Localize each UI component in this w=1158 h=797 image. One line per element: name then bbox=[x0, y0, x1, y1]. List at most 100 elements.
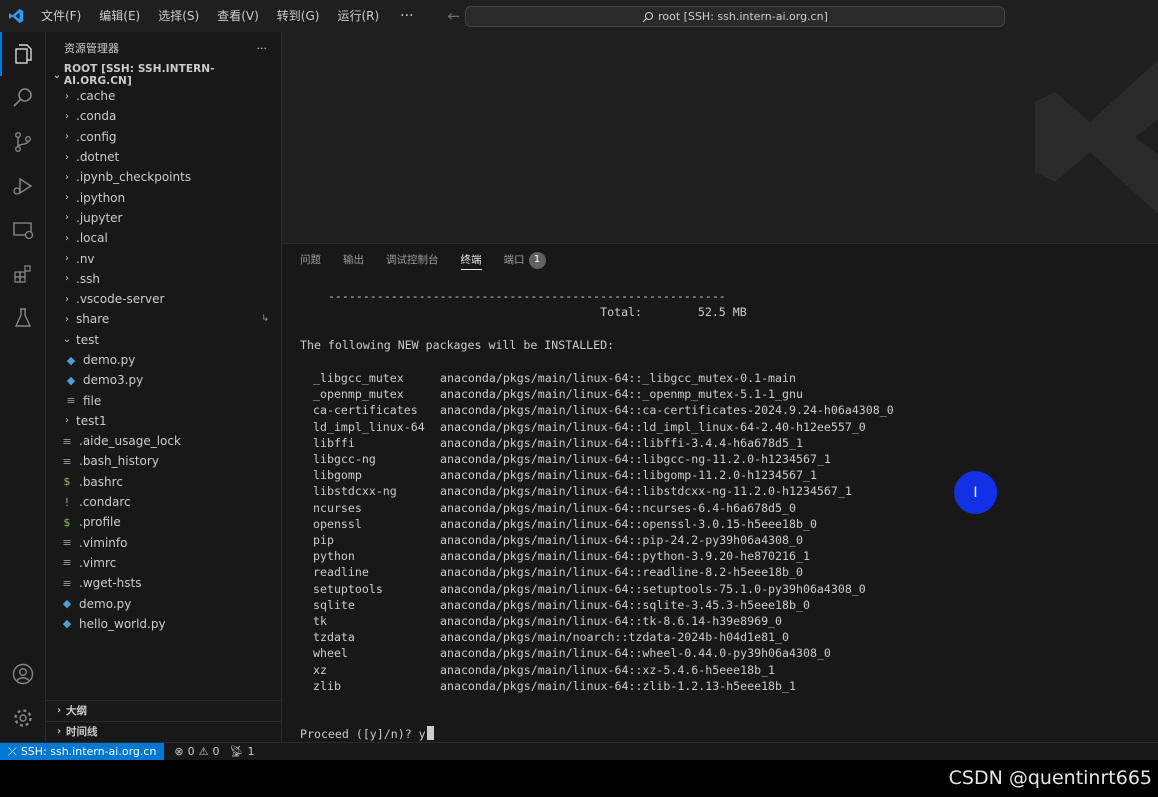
chevron-right-icon: › bbox=[65, 110, 69, 122]
tree-file[interactable]: $ .profile bbox=[46, 512, 281, 532]
tree-file[interactable]: ◆ demo.py bbox=[46, 593, 281, 613]
menu-item[interactable]: 转到(G) bbox=[268, 0, 329, 32]
tree-item-label: .nv bbox=[76, 251, 95, 266]
workspace-root[interactable]: ⌄ ROOT [SSH: SSH.INTERN-AI.ORG.CN] bbox=[46, 63, 281, 87]
panel-tab[interactable]: 调试控制台 bbox=[386, 244, 439, 276]
tree-folder[interactable]: › .ipython bbox=[46, 187, 281, 207]
testing-flask-icon[interactable] bbox=[0, 296, 46, 340]
tree-file[interactable]: $ .bashrc bbox=[46, 472, 281, 492]
tree-item-label: .vimrc bbox=[79, 555, 117, 570]
package-source: anaconda/pkgs/main/linux-64::libffi-3.4.… bbox=[440, 435, 803, 450]
package-source: anaconda/pkgs/main/linux-64::tk-8.6.14-h… bbox=[440, 614, 783, 628]
panel-tab[interactable]: 终端 bbox=[460, 244, 482, 276]
menu-item[interactable]: 运行(R) bbox=[328, 0, 388, 32]
ports-indicator[interactable]: 📡︎ 1 bbox=[230, 745, 255, 758]
tree-folder[interactable]: › .vscode-server bbox=[46, 289, 281, 309]
tree-file[interactable]: ◆ hello_world.py bbox=[46, 614, 281, 634]
extensions-icon[interactable] bbox=[0, 252, 46, 296]
status-bar: ⤫ SSH: ssh.intern-ai.org.cn ⊗ 0 ⚠ 0 📡︎ 1 bbox=[0, 742, 1158, 761]
explorer-icon[interactable] bbox=[0, 32, 46, 76]
menu-item[interactable]: 查看(V) bbox=[208, 0, 268, 32]
timeline-section[interactable]: › 时间线 bbox=[46, 721, 282, 741]
remote-explorer-icon[interactable] bbox=[0, 208, 46, 252]
panel-tab[interactable]: 输出 bbox=[343, 244, 364, 276]
tree-item-label: .viminfo bbox=[79, 535, 128, 550]
back-arrow-icon[interactable]: ← bbox=[448, 7, 461, 25]
tree-file[interactable]: ≡ file bbox=[46, 390, 281, 410]
source-control-icon[interactable] bbox=[0, 120, 46, 164]
package-name: libgcc-ng bbox=[313, 452, 376, 466]
command-center-search[interactable]: root [SSH: ssh.intern-ai.org.cn] bbox=[465, 6, 1005, 27]
menu-more-button[interactable]: ··· bbox=[388, 8, 425, 24]
terminal-prompt: Proceed ([y]/n)? y bbox=[300, 726, 434, 742]
tree-item-label: .wget-hsts bbox=[79, 576, 142, 591]
search-icon bbox=[642, 11, 654, 22]
accounts-icon[interactable] bbox=[0, 652, 46, 696]
chevron-down-icon: ⌄ bbox=[62, 334, 72, 346]
tree-file[interactable]: ≡ .wget-hsts bbox=[46, 573, 281, 593]
tree-item-label: demo3.py bbox=[83, 373, 144, 388]
terminal-output[interactable]: ----------------------------------------… bbox=[300, 288, 894, 741]
panel-tabs: 问题 输出 调试控制台 终端 端口 1 bbox=[282, 244, 1158, 276]
tree-folder[interactable]: › .local bbox=[46, 228, 281, 248]
chevron-down-icon: ⌄ bbox=[52, 69, 62, 81]
tree-item-label: .ipynb_checkpoints bbox=[76, 170, 192, 185]
menu-item[interactable]: 选择(S) bbox=[149, 0, 208, 32]
chevron-right-icon: › bbox=[65, 90, 69, 102]
shell-file-icon: $ bbox=[63, 515, 71, 529]
package-name: ca-certificates bbox=[313, 403, 418, 418]
package-source: anaconda/pkgs/main/linux-64::xz-5.4.6-h5… bbox=[440, 662, 776, 677]
tree-file[interactable]: ! .condarc bbox=[46, 492, 281, 512]
tree-file[interactable]: ≡ .viminfo bbox=[46, 533, 281, 553]
python-file-icon: ◆ bbox=[66, 373, 76, 387]
tree-folder[interactable]: › .ssh bbox=[46, 269, 281, 289]
timeline-label: 时间线 bbox=[66, 726, 98, 738]
tree-folder[interactable]: › .cache bbox=[46, 86, 281, 106]
package-name: libstdcxx-ng bbox=[313, 484, 397, 499]
settings-gear-icon[interactable] bbox=[0, 696, 46, 740]
tree-item-label: share bbox=[76, 312, 110, 327]
tree-file[interactable]: ≡ .bash_history bbox=[46, 451, 281, 471]
tree-folder[interactable]: › .conda bbox=[46, 106, 281, 126]
package-source: anaconda/pkgs/main/noarch::tzdata-2024b-… bbox=[440, 630, 790, 645]
panel-tab[interactable]: 端口 1 bbox=[504, 244, 546, 276]
search-icon[interactable] bbox=[0, 76, 46, 120]
menu-item[interactable]: 文件(F) bbox=[32, 0, 90, 32]
mouse-cursor-highlight: I bbox=[954, 471, 997, 514]
tree-folder[interactable]: ⌄ test bbox=[46, 330, 281, 350]
tree-file[interactable]: ◆ demo.py bbox=[46, 350, 281, 370]
explorer-more-button[interactable]: ··· bbox=[257, 42, 268, 55]
chevron-right-icon: › bbox=[65, 232, 69, 244]
tree-item-label: .cache bbox=[76, 89, 116, 104]
outline-label: 大纲 bbox=[66, 705, 87, 717]
package-name: openssl bbox=[313, 516, 362, 531]
tree-folder[interactable]: › .config bbox=[46, 127, 281, 147]
tree-folder[interactable]: › .ipynb_checkpoints bbox=[46, 167, 281, 187]
package-row: pip anaconda/pkgs/main/linux-64::pip-24.2… bbox=[300, 532, 1000, 548]
run-debug-icon[interactable] bbox=[0, 164, 46, 208]
tree-file[interactable]: ≡ .aide_usage_lock bbox=[46, 431, 281, 451]
menu-item[interactable]: 编辑(E) bbox=[90, 0, 149, 32]
terminal-cursor bbox=[426, 726, 434, 740]
outline-section[interactable]: › 大纲 bbox=[46, 700, 282, 720]
problems-indicator[interactable]: ⊗ 0 ⚠ 0 bbox=[174, 745, 219, 758]
package-name: wheel bbox=[313, 646, 348, 661]
tree-folder[interactable]: › share ↳ bbox=[46, 309, 281, 329]
package-name: ld_impl_linux-64 bbox=[313, 419, 425, 434]
tree-folder[interactable]: › test1 bbox=[46, 411, 281, 431]
tree-file[interactable]: ≡ .vimrc bbox=[46, 553, 281, 573]
tree-item-label: .ipython bbox=[76, 190, 126, 205]
tree-file[interactable]: ◆ demo3.py bbox=[46, 370, 281, 390]
tree-item-label: .bash_history bbox=[79, 454, 159, 469]
tree-folder[interactable]: › .nv bbox=[46, 248, 281, 268]
text-cursor-icon: I bbox=[973, 484, 978, 501]
package-source: anaconda/pkgs/main/linux-64::ld_impl_lin… bbox=[440, 419, 866, 434]
chevron-right-icon: › bbox=[56, 726, 62, 737]
vscode-watermark-icon bbox=[1035, 60, 1158, 214]
package-row: setuptools anaconda/pkgs/main/linux-64::s… bbox=[300, 581, 1000, 597]
tree-folder[interactable]: › .jupyter bbox=[46, 208, 281, 228]
tree-folder[interactable]: › .dotnet bbox=[46, 147, 281, 167]
panel-tab[interactable]: 问题 bbox=[300, 244, 321, 276]
tree-item-label: .local bbox=[76, 231, 108, 246]
remote-indicator[interactable]: ⤫ SSH: ssh.intern-ai.org.cn bbox=[0, 742, 165, 761]
